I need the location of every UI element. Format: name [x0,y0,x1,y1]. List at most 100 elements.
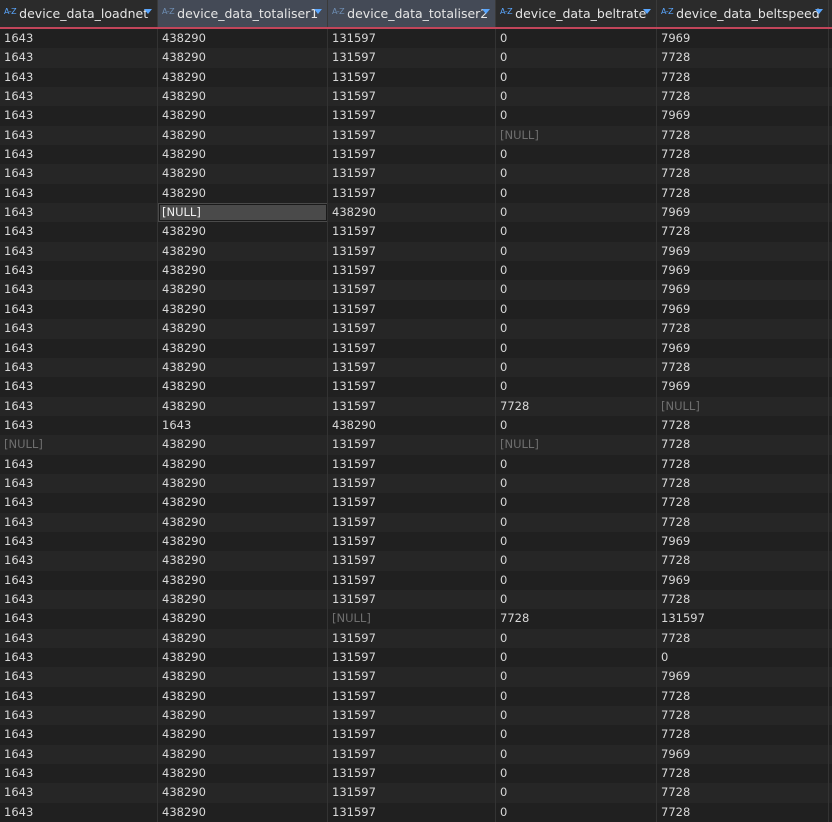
table-cell[interactable]: 7728 [657,415,829,436]
table-cell[interactable]: 7728 [657,589,829,610]
table-cell[interactable]: 1643 [0,280,158,300]
table-cell[interactable]: [NULL] [496,435,657,455]
table-cell[interactable]: 7728 [657,164,829,184]
table-cell[interactable]: 131597 [328,667,496,687]
table-cell[interactable]: 0 [496,589,657,610]
table-cell[interactable]: 131597 [328,241,496,262]
table-cell[interactable]: 0 [496,183,657,204]
table-cell[interactable]: 438290 [328,203,496,223]
table-cell[interactable]: 1643 [0,338,158,358]
table-row[interactable]: 1643 438290 131597 0 7728 [0,183,832,204]
table-cell[interactable]: 131597 [328,164,496,184]
table-cell[interactable]: 7728 [657,783,829,803]
table-cell[interactable]: 1643 [0,145,158,165]
table-row[interactable]: 1643 438290 131597 0 7728 [0,589,832,610]
table-cell[interactable]: 131597 [328,473,496,494]
table-cell[interactable]: 438290 [158,783,328,803]
table-cell[interactable]: 0 [496,648,657,668]
table-cell[interactable]: 0 [496,667,657,687]
table-cell[interactable]: 7728 [657,764,829,784]
table-cell[interactable]: 131597 [328,454,496,474]
table-row[interactable]: [NULL] 438290 131597 [NULL] 7728 [0,435,832,455]
table-cell[interactable]: 7728 [496,396,657,416]
table-cell[interactable]: 7728 [657,125,829,146]
table-cell[interactable]: 1643 [0,609,158,629]
table-cell[interactable]: 438290 [158,609,328,629]
table-cell[interactable]: 1643 [0,589,158,610]
table-cell[interactable]: 0 [496,744,657,765]
table-row[interactable]: 1643 438290 131597 0 7969 [0,377,832,397]
table-cell[interactable]: 1643 [0,29,158,49]
table-cell[interactable]: 1643 [0,454,158,474]
table-cell[interactable]: 131597 [328,222,496,242]
table-cell[interactable]: 7728 [657,473,829,494]
table-cell[interactable]: 131597 [328,48,496,68]
table-cell[interactable]: 7728 [657,512,829,532]
table-cell[interactable]: 1643 [0,183,158,204]
column-header-device-data-beltrate[interactable]: A-Z device_data_beltrate [496,0,657,27]
table-row[interactable]: 1643 438290 131597 0 7728 [0,764,832,784]
table-cell[interactable]: 0 [496,222,657,242]
table-cell[interactable]: [NULL] [158,203,328,223]
table-cell[interactable]: 0 [496,570,657,590]
table-cell[interactable]: 1643 [0,783,158,803]
table-cell[interactable]: 131597 [328,125,496,146]
table-cell[interactable]: 131597 [328,106,496,126]
table-cell[interactable]: 438290 [158,48,328,68]
table-cell[interactable]: 0 [496,203,657,223]
table-cell[interactable]: 131597 [328,29,496,49]
table-cell[interactable]: 1643 [0,686,158,707]
table-cell[interactable]: 0 [496,87,657,107]
table-cell[interactable]: 438290 [158,261,328,281]
table-cell[interactable]: 7969 [657,106,829,126]
table-cell[interactable]: 1643 [0,164,158,184]
table-cell[interactable]: 1643 [0,261,158,281]
table-cell[interactable]: 438290 [158,29,328,49]
table-cell[interactable]: 438290 [158,125,328,146]
table-row[interactable]: 1643 438290 131597 0 7728 [0,473,832,494]
table-cell[interactable]: 131597 [328,706,496,726]
table-cell[interactable]: 7728 [657,87,829,107]
table-row[interactable]: 1643 438290 131597 0 7728 [0,454,832,474]
table-cell[interactable]: [NULL] [496,125,657,146]
table-cell[interactable]: 0 [496,145,657,165]
table-cell[interactable]: 131597 [328,396,496,416]
table-cell[interactable]: 438290 [158,87,328,107]
table-cell[interactable]: 7728 [657,183,829,204]
table-cell[interactable]: 131597 [328,589,496,610]
table-cell[interactable]: 131597 [328,686,496,707]
table-cell[interactable]: 1643 [0,241,158,262]
table-cell[interactable]: 438290 [328,415,496,436]
table-cell[interactable]: 0 [496,802,657,822]
table-cell[interactable]: 438290 [158,706,328,726]
table-cell[interactable]: 0 [496,164,657,184]
table-row[interactable]: 1643 438290 131597 0 7969 [0,299,832,320]
table-cell[interactable]: 0 [496,454,657,474]
table-cell[interactable]: 7728 [657,145,829,165]
table-cell[interactable]: 7728 [657,48,829,68]
table-cell[interactable]: 131597 [328,145,496,165]
table-cell[interactable]: 0 [496,377,657,397]
table-row[interactable]: 1643 438290 131597 0 7969 [0,338,832,358]
table-cell[interactable]: 7969 [657,570,829,590]
table-cell[interactable]: 7969 [657,280,829,300]
table-row[interactable]: 1643 438290 131597 0 0 [0,648,832,668]
table-row[interactable]: 1643 438290 131597 0 7969 [0,531,832,552]
table-cell[interactable]: 131597 [328,725,496,745]
table-cell[interactable]: 438290 [158,435,328,455]
table-row[interactable]: 1643 438290 131597 0 7728 [0,67,832,88]
table-row[interactable]: 1643 438290 131597 0 7969 [0,261,832,281]
table-row[interactable]: 1643 438290 131597 0 7728 [0,512,832,532]
table-cell[interactable]: 131597 [328,648,496,668]
table-cell[interactable]: 1643 [0,357,158,378]
table-cell[interactable]: 0 [496,764,657,784]
table-cell[interactable]: 0 [496,67,657,88]
table-row[interactable]: 1643 438290 131597 [NULL] 7728 [0,125,832,146]
table-row[interactable]: 1643 438290 131597 0 7969 [0,570,832,590]
table-cell[interactable]: 7728 [657,802,829,822]
table-cell[interactable]: 0 [496,29,657,49]
table-cell[interactable]: 438290 [158,725,328,745]
table-cell[interactable]: 131597 [328,493,496,513]
table-cell[interactable]: 131597 [328,744,496,765]
table-cell[interactable]: 438290 [158,319,328,339]
